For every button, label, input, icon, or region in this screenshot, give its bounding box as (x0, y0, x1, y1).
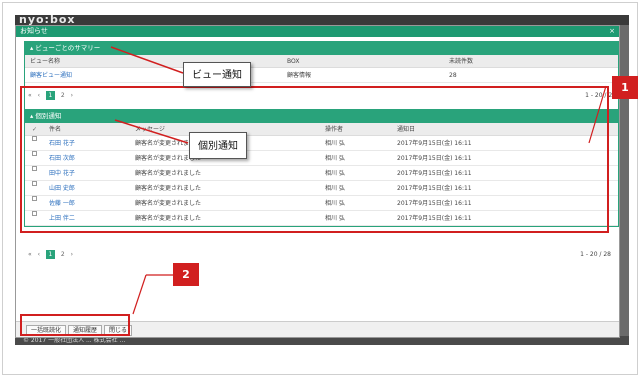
screenshot-frame: nyo:box © 2017 一般社団法人 ... 株式会社 ... お知らせ … (2, 2, 638, 375)
callout-individual-notification: 個別通知 (189, 132, 247, 159)
annotation-badge-2: 2 (173, 263, 199, 286)
annotation-badge-1: 1 (612, 76, 638, 99)
callout-view-notification: ビュー通知 (183, 62, 251, 87)
annotation-lines (110, 46, 607, 315)
